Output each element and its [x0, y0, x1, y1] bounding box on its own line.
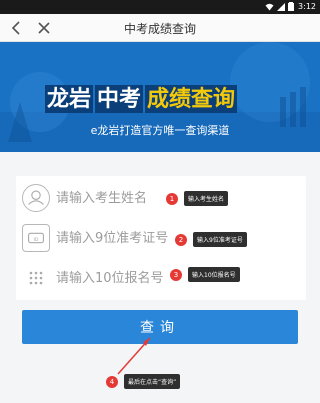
query-button[interactable]: 查询 — [22, 310, 298, 344]
callout-2-number: 2 — [175, 233, 187, 246]
hero-banner: 龙岩 中考 成绩查询 e龙岩打造官方唯一查询渠道 — [0, 42, 320, 152]
callout-4-number: 4 — [106, 375, 118, 388]
banner-title-part2: 中考 — [95, 85, 144, 113]
svg-text:ID: ID — [34, 237, 39, 243]
callout-1: 1 输入考生姓名 — [166, 191, 229, 206]
signal-icon — [277, 2, 285, 11]
callout-1-number: 1 — [166, 192, 178, 205]
registration-number-input[interactable] — [56, 266, 176, 290]
callout-3: 3 输入10位报名号 — [170, 267, 240, 282]
user-icon — [22, 184, 50, 212]
callout-3-label: 输入10位报名号 — [188, 267, 240, 282]
keypad-icon — [29, 271, 43, 285]
name-input[interactable] — [56, 186, 176, 210]
wifi-icon — [265, 3, 274, 10]
callout-1-label: 输入考生姓名 — [184, 191, 229, 206]
registration-number-input-row[interactable] — [16, 256, 306, 300]
nav-bar: 中考成绩查询 — [0, 14, 320, 42]
banner-title-part1: 龙岩 — [45, 85, 94, 113]
battery-icon — [288, 2, 294, 11]
banner-title: 龙岩 中考 成绩查询 — [45, 85, 238, 113]
exam-number-input[interactable] — [56, 226, 176, 250]
callout-4-label: 最后在点击“查询” — [124, 374, 181, 389]
status-icons — [265, 2, 294, 11]
name-input-row[interactable] — [16, 176, 306, 220]
status-time: 3:12 — [298, 2, 316, 11]
status-bar: 3:12 — [0, 0, 320, 14]
id-card-icon: ID — [22, 224, 50, 252]
banner-title-part3: 成绩查询 — [145, 85, 238, 113]
exam-number-input-row[interactable]: ID — [16, 216, 306, 260]
page-title: 中考成绩查询 — [123, 22, 196, 36]
callout-2: 2 输入9位准考证号 — [175, 232, 247, 247]
banner-slogan: e龙岩打造官方唯一查询渠道 — [90, 124, 230, 137]
callout-4: 4 最后在点击“查询” — [106, 374, 181, 389]
callout-3-number: 3 — [170, 268, 182, 281]
callout-2-label: 输入9位准考证号 — [193, 232, 247, 247]
